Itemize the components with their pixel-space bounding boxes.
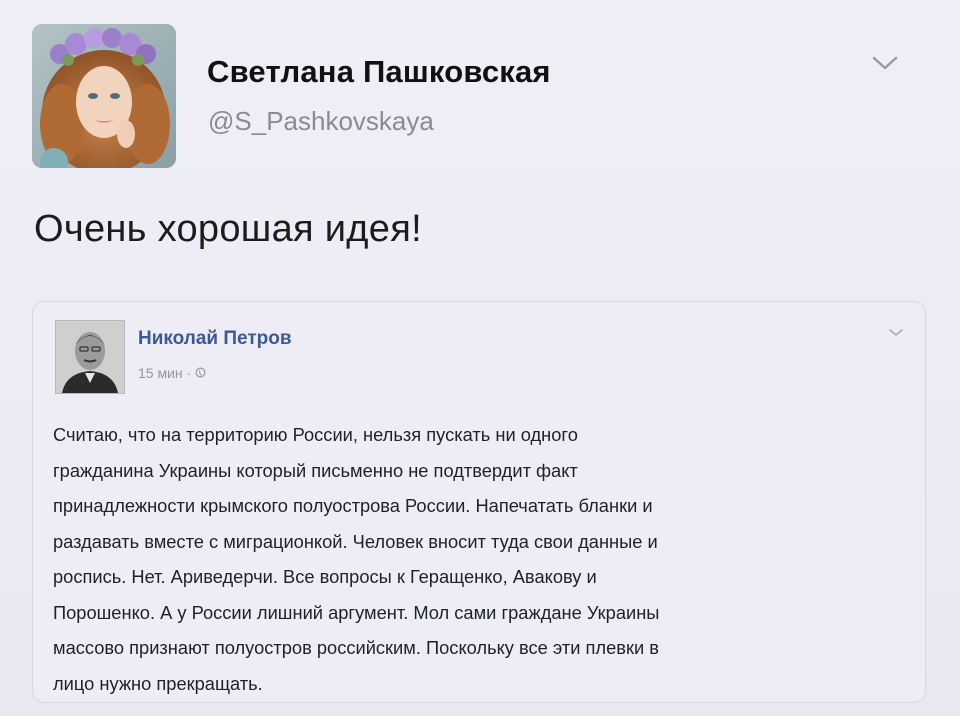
post-line: роспись. Нет. Ариведерчи. Все вопросы к … — [53, 566, 597, 587]
post-time[interactable]: 15 мин — [138, 365, 183, 381]
chevron-down-icon[interactable] — [885, 326, 907, 340]
post-line: Порошенко. А у России лишний аргумент. М… — [53, 601, 660, 623]
post-line: раздавать вместе с миграционкой. Человек… — [53, 530, 658, 552]
post-line: массово признают полуостров российским. … — [53, 637, 659, 658]
post-line: принадлежности крымского полуострова Рос… — [53, 495, 653, 516]
tweet: Светлана Пашковская @S_Pashkovskaya Очен… — [0, 0, 960, 716]
meta-separator: · — [186, 365, 192, 381]
embedded-author-name[interactable]: Николай Петров — [138, 328, 292, 350]
embedded-post-text: Считаю, что на территорию России, нельзя… — [53, 417, 903, 701]
globe-icon — [195, 365, 206, 381]
post-line: лицо нужно прекращать. — [53, 672, 263, 694]
avatar-image — [32, 24, 176, 168]
embedded-post-meta: 15 мин · — [138, 365, 206, 381]
tweet-text: Очень хорошая идея! — [34, 208, 422, 250]
author-name[interactable]: Светлана Пашковская — [207, 54, 551, 90]
avatar[interactable] — [32, 24, 176, 168]
embedded-author-photo[interactable] — [55, 320, 125, 394]
author-handle[interactable]: @S_Pashkovskaya — [208, 106, 434, 137]
embedded-post-card[interactable]: Николай Петров 15 мин · Считаю, что на т… — [32, 301, 926, 703]
chevron-down-icon[interactable] — [868, 52, 902, 74]
post-line: гражданина Украины который письменно не … — [53, 459, 578, 481]
post-line: Считаю, что на территорию России, нельзя… — [53, 424, 578, 445]
